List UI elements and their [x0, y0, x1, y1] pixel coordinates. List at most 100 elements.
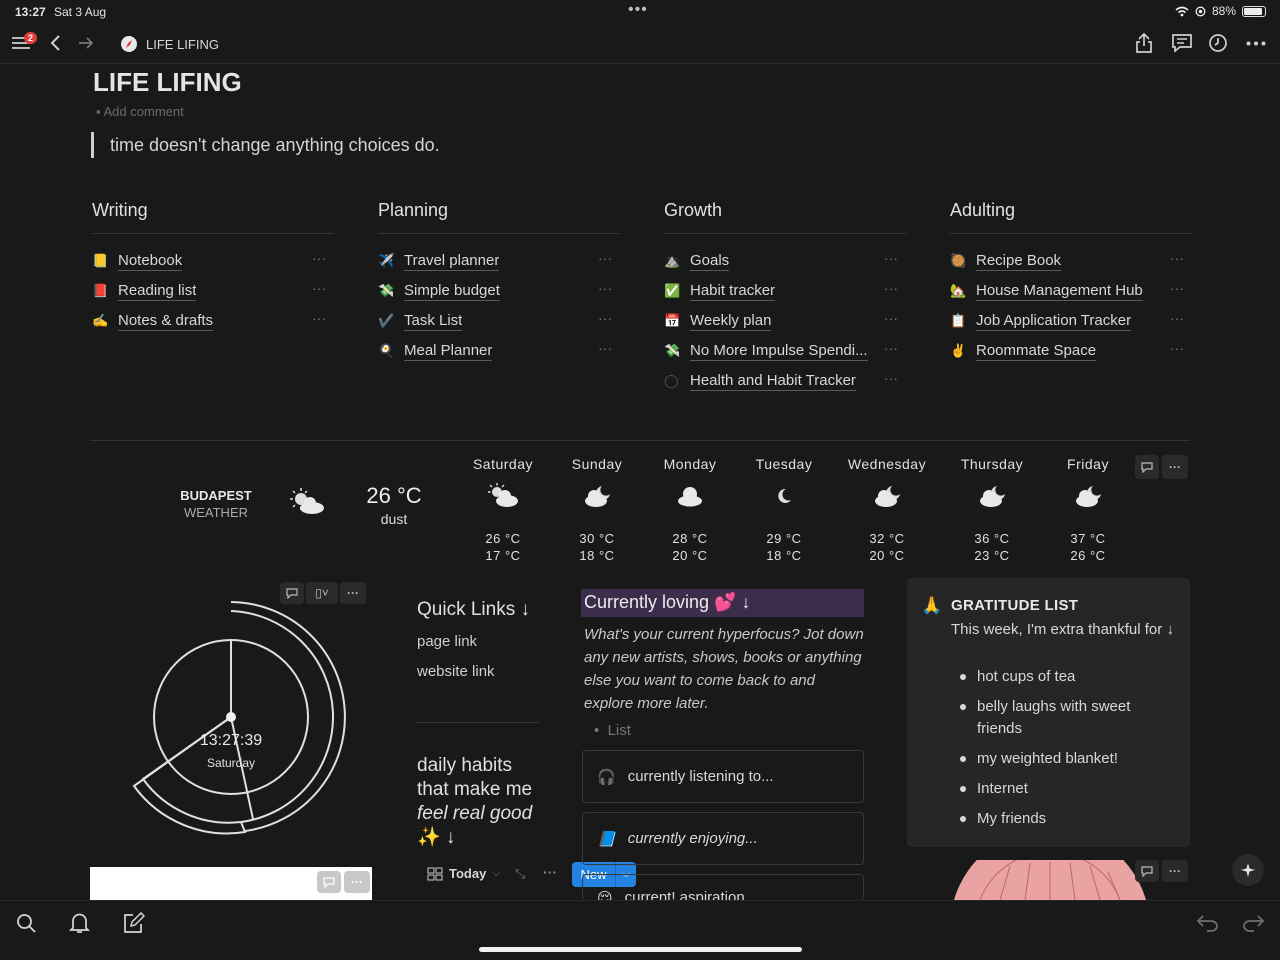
list-item[interactable]: my weighted blanket! — [960, 748, 1177, 770]
airplane-icon: ✈️ — [378, 253, 395, 268]
check-box-icon: ✅ — [664, 283, 681, 298]
list-placeholder[interactable]: • List — [594, 722, 631, 739]
calendar-icon: 📅 — [664, 313, 681, 328]
comments-icon[interactable] — [1171, 33, 1193, 53]
more-options-icon[interactable] — [1246, 41, 1266, 46]
list-item[interactable]: belly laughs with sweet friends — [960, 696, 1177, 740]
partly-sunny-icon — [488, 483, 518, 507]
habits-line: daily habits — [417, 755, 513, 776]
link-item[interactable]: 📒 Notebook ··· — [92, 246, 334, 276]
forecast-day: Tuesday 29 °C 18 °C — [736, 456, 832, 564]
more-icon[interactable]: ··· — [1170, 250, 1184, 266]
link-item[interactable]: 🍳 Meal Planner ··· — [378, 336, 620, 366]
link-item[interactable]: ✅ Habit tracker ··· — [664, 276, 906, 306]
more-icon[interactable]: ··· — [1170, 280, 1184, 296]
comment-icon[interactable] — [1135, 860, 1159, 882]
day-low: 18 °C — [766, 548, 802, 563]
back-arrow-icon[interactable] — [49, 34, 61, 52]
mountain-icon: ⛰️ — [664, 253, 681, 268]
list-item[interactable]: hot cups of tea — [960, 666, 1177, 688]
more-icon[interactable]: ··· — [598, 310, 612, 326]
more-icon[interactable]: ··· — [312, 250, 326, 266]
column-heading: Planning — [378, 200, 620, 234]
share-icon[interactable] — [1134, 32, 1154, 54]
multitasking-dots-icon[interactable]: ••• — [628, 1, 648, 19]
list-item[interactable]: Internet — [960, 778, 1177, 800]
column-growth: Growth ⛰️ Goals ··· ✅ Habit tracker ··· 📅 Wee… — [664, 200, 906, 396]
search-icon[interactable] — [16, 913, 37, 934]
link-item[interactable]: 💸 No More Impulse Spendi... ··· — [664, 336, 906, 366]
more-icon[interactable]: ··· — [884, 310, 898, 326]
home-indicator[interactable] — [479, 947, 802, 952]
current-condition: dust — [380, 511, 408, 527]
clock-time: 13:27:39 — [199, 732, 263, 749]
more-icon[interactable]: ··· — [598, 280, 612, 296]
history-clock-icon[interactable] — [1208, 33, 1228, 53]
embed-block[interactable]: ··· — [90, 867, 372, 900]
more-icon[interactable]: ··· — [884, 340, 898, 356]
enjoying-card[interactable]: 📘 currently enjoying... — [582, 812, 864, 865]
link-item[interactable]: ⛰️ Goals ··· — [664, 246, 906, 276]
weather-location: BUDAPEST WEATHER — [170, 488, 262, 520]
day-name: Friday — [1067, 456, 1109, 472]
breadcrumb-title: LIFE LIFING — [146, 36, 219, 52]
more-icon[interactable]: ··· — [884, 370, 898, 386]
habits-heading: daily habits that make me feel real good… — [417, 754, 547, 850]
cloud-icon — [678, 487, 702, 507]
card-label: currently listening to... — [627, 768, 774, 785]
link-item[interactable]: ✈️ Travel planner ··· — [378, 246, 620, 276]
more-icon[interactable]: ··· — [598, 250, 612, 266]
day-name: Tuesday — [755, 456, 813, 472]
more-icon[interactable]: ··· — [1170, 310, 1184, 326]
more-icon[interactable]: ··· — [884, 280, 898, 296]
quote-block[interactable]: time doesn't change anything choices do. — [91, 132, 440, 158]
grid-view-icon — [427, 867, 443, 880]
expand-icon[interactable]: ⤡ — [515, 866, 525, 882]
more-icon[interactable]: ··· — [312, 280, 326, 296]
link-item[interactable]: 💸 Simple budget ··· — [378, 276, 620, 306]
more-icon[interactable]: ··· — [884, 250, 898, 266]
compose-icon[interactable] — [123, 912, 145, 934]
notification-badge: 2 — [24, 32, 38, 44]
page-link[interactable]: page link — [417, 633, 477, 650]
link-item[interactable]: 📋 Job Application Tracker ··· — [950, 306, 1192, 336]
praying-hands-icon: 🙏 — [921, 596, 943, 615]
more-icon[interactable]: ··· — [1162, 455, 1188, 479]
link-item[interactable]: 🏡 House Management Hub ··· — [950, 276, 1192, 306]
more-icon[interactable]: ··· — [543, 864, 557, 880]
undo-icon[interactable] — [1197, 914, 1219, 932]
wheel-graphic — [954, 860, 1146, 900]
breadcrumb[interactable]: LIFE LIFING — [120, 35, 219, 53]
more-icon[interactable]: ··· — [1162, 860, 1188, 882]
bell-icon[interactable] — [69, 912, 90, 934]
egg-icon: 🍳 — [378, 343, 395, 358]
link-item[interactable]: ✔️ Task List ··· — [378, 306, 620, 336]
link-item[interactable]: ✌️ Roommate Space ··· — [950, 336, 1192, 366]
link-item[interactable]: 🥘 Recipe Book ··· — [950, 246, 1192, 276]
link-item[interactable]: ✍️ Notes & drafts ··· — [92, 306, 334, 336]
add-comment-button[interactable]: ▪ Add comment — [96, 104, 184, 119]
link-label: Reading list — [118, 281, 197, 301]
compass-icon — [121, 36, 137, 52]
habits-line: that make me — [417, 779, 533, 800]
website-link[interactable]: website link — [417, 663, 495, 680]
forward-arrow-icon[interactable] — [78, 35, 94, 51]
more-icon[interactable]: ··· — [598, 340, 612, 356]
listening-card[interactable]: 🎧 currently listening to... — [582, 750, 864, 803]
comment-icon[interactable] — [1135, 455, 1159, 479]
more-icon[interactable]: ··· — [344, 871, 370, 893]
quick-links-divider — [415, 722, 539, 723]
aspiration-card[interactable]: 😌 current! aspiration — [582, 874, 864, 900]
redo-icon[interactable] — [1242, 914, 1264, 932]
link-item[interactable]: ◯ Health and Habit Tracker ··· — [664, 366, 906, 396]
more-icon[interactable]: ··· — [312, 310, 326, 326]
add-comment-label: Add comment — [103, 104, 184, 119]
view-selector[interactable]: Today ⌵ — [427, 866, 500, 881]
link-item[interactable]: 📅 Weekly plan ··· — [664, 306, 906, 336]
link-item[interactable]: 📕 Reading list ··· — [92, 276, 334, 306]
list-item[interactable]: My friends — [960, 808, 1177, 830]
comment-icon[interactable] — [317, 871, 341, 893]
more-icon[interactable]: ··· — [1170, 340, 1184, 356]
ai-sparkle-button[interactable] — [1232, 854, 1264, 886]
smile-icon: 😌 — [597, 890, 613, 900]
